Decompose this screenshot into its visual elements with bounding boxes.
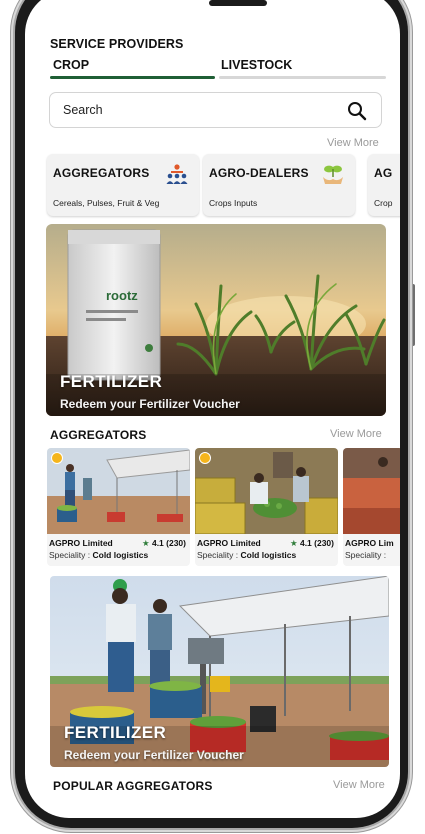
provider-photo xyxy=(195,448,338,534)
category-subtitle: Cereals, Pulses, Fruit & Veg xyxy=(53,198,160,208)
fertilizer-banner[interactable]: rootz FERTILIZER Redeem your Fertilizer … xyxy=(46,224,386,416)
search-icon[interactable] xyxy=(347,101,367,121)
category-title: AG xyxy=(374,166,393,180)
category-subtitle: Crop xyxy=(374,198,393,208)
provider-photo xyxy=(343,448,400,534)
category-title: AGRO-DEALERS xyxy=(209,166,309,180)
tab-livestock[interactable]: LIVESTOCK xyxy=(221,58,292,72)
people-group-icon xyxy=(166,164,188,184)
provider-rating: ★ 4.1 (230) xyxy=(289,538,334,548)
provider-speciality: Speciality : Cold logistics xyxy=(197,550,297,560)
provider-rating: ★ 4.1 (230) xyxy=(141,538,186,548)
provider-name: AGPRO Limited xyxy=(197,538,261,548)
category-card-partial[interactable]: AG Crop xyxy=(368,154,400,216)
notch xyxy=(209,0,267,6)
provider-card[interactable]: AGPRO Limited ★ 4.1 (230) Speciality : C… xyxy=(195,448,338,566)
seedling-hands-icon xyxy=(323,165,343,184)
tab-crop[interactable]: CROP xyxy=(53,58,89,72)
power-button xyxy=(409,284,415,346)
provider-name: AGPRO Lim xyxy=(345,538,394,548)
phone-screen: SERVICE PROVIDERS CROP LIVESTOCK Search … xyxy=(25,0,400,818)
star-icon: ★ xyxy=(289,538,298,548)
categories-view-more-link[interactable]: View More xyxy=(327,137,379,149)
aggregators-view-more-link[interactable]: View More xyxy=(330,428,382,440)
fertilizer-banner-2[interactable]: FERTILIZER Redeem your Fertilizer Vouche… xyxy=(50,576,389,767)
tab-livestock-indicator xyxy=(219,76,386,79)
popular-aggregators-title: POPULAR AGGREGATORS xyxy=(53,779,213,793)
banner-title: FERTILIZER xyxy=(60,372,163,391)
provider-card-partial[interactable]: AGPRO Lim Speciality : xyxy=(343,448,400,566)
category-subtitle: Crops Inputs xyxy=(209,198,258,208)
category-card-agro-dealers[interactable]: AGRO-DEALERS Crops Inputs xyxy=(203,154,355,216)
bag-brand: rootz xyxy=(106,288,138,303)
star-icon: ★ xyxy=(141,538,150,548)
popular-view-more-link[interactable]: View More xyxy=(333,779,385,791)
provider-name: AGPRO Limited xyxy=(49,538,113,548)
tab-crop-indicator xyxy=(50,76,215,79)
featured-badge-icon xyxy=(199,452,211,464)
provider-card[interactable]: AGPRO Limited ★ 4.1 (230) Speciality : C… xyxy=(47,448,190,566)
category-title: AGGREGATORS xyxy=(53,166,150,180)
banner-subtitle: Redeem your Fertilizer Voucher xyxy=(60,397,240,411)
provider-speciality: Speciality : xyxy=(345,550,387,560)
provider-speciality: Speciality : Cold logistics xyxy=(49,550,149,560)
search-input[interactable]: Search xyxy=(49,92,382,128)
search-placeholder: Search xyxy=(63,103,103,117)
page-title: SERVICE PROVIDERS xyxy=(50,37,184,51)
category-card-aggregators[interactable]: AGGREGATORS Cereals, Pulses, Fruit & Veg xyxy=(47,154,199,216)
aggregators-section-title: AGGREGATORS xyxy=(50,428,147,442)
banner-subtitle: Redeem your Fertilizer Voucher xyxy=(64,748,244,762)
featured-badge-icon xyxy=(51,452,63,464)
banner-title: FERTILIZER xyxy=(64,723,167,742)
provider-photo xyxy=(47,448,190,534)
